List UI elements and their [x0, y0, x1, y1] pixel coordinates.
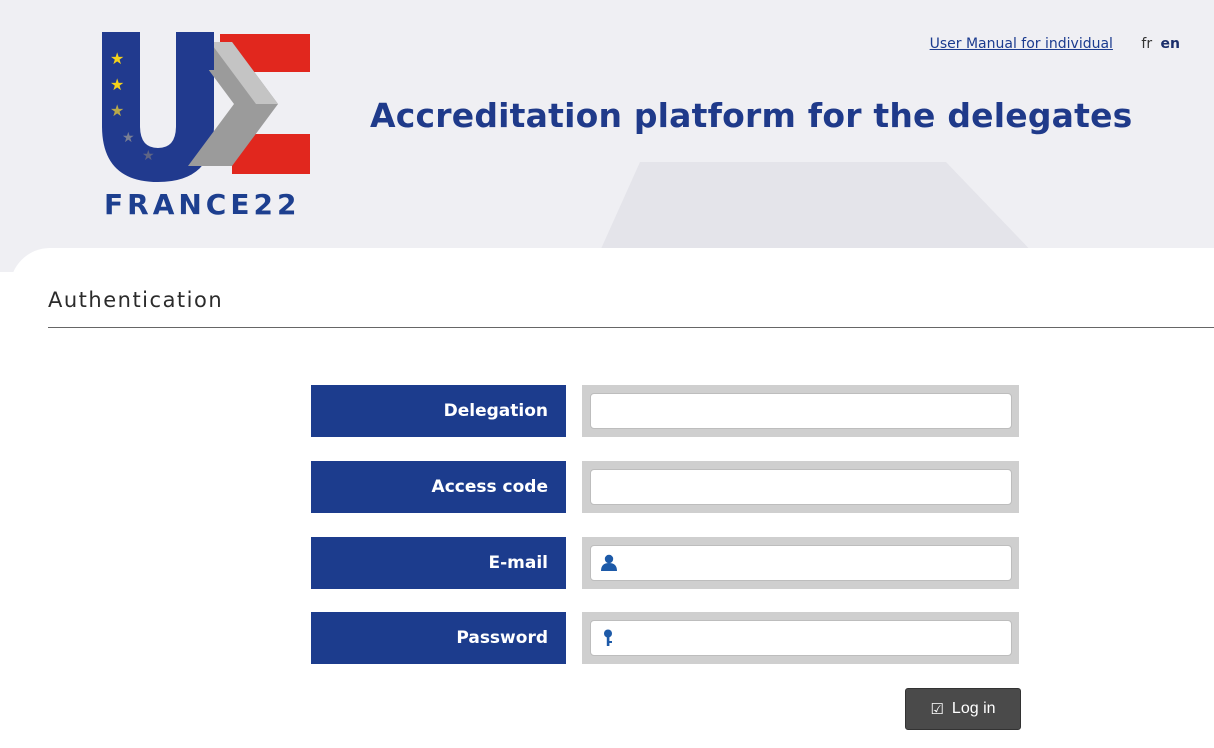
logo-text: FRANCE22: [104, 188, 301, 221]
delegation-field-wrap: [582, 385, 1019, 437]
top-links: User Manual for individual fr en: [930, 36, 1180, 52]
email-row: E-mail: [311, 537, 1019, 589]
access-code-label: Access code: [311, 461, 566, 513]
access-code-field-wrap: [582, 461, 1019, 513]
section-divider: [48, 327, 1214, 328]
lang-en[interactable]: en: [1161, 36, 1180, 52]
delegation-row: Delegation: [311, 385, 1019, 437]
password-input[interactable]: [591, 621, 1011, 655]
svg-text:★: ★: [122, 130, 135, 146]
password-field-box: [590, 620, 1012, 656]
page-title: Accreditation platform for the delegates: [370, 96, 1133, 135]
access-code-input[interactable]: [591, 470, 1011, 504]
check-square-icon: ☑: [930, 701, 944, 718]
email-field-wrap: [582, 537, 1019, 589]
header-banner: ★ ★ ★ ★ ★ FRANCE22 User Manual for indiv…: [0, 0, 1214, 272]
login-button-label: Log in: [951, 700, 996, 717]
email-label: E-mail: [311, 537, 566, 589]
access-code-field-box: [590, 469, 1012, 505]
password-label: Password: [311, 612, 566, 664]
key-icon: [604, 629, 612, 646]
svg-text:★: ★: [110, 49, 124, 68]
svg-text:★: ★: [142, 148, 155, 164]
user-icon: [601, 554, 617, 571]
access-code-row: Access code: [311, 461, 1019, 513]
user-manual-link[interactable]: User Manual for individual: [930, 36, 1113, 52]
email-input[interactable]: [591, 546, 1011, 580]
email-field-box: [590, 545, 1012, 581]
svg-text:★: ★: [110, 75, 124, 94]
lang-fr[interactable]: fr: [1141, 36, 1152, 52]
delegation-field-box: [590, 393, 1012, 429]
delegation-label: Delegation: [311, 385, 566, 437]
login-button[interactable]: ☑ Log in: [905, 688, 1021, 730]
svg-text:★: ★: [110, 101, 124, 120]
password-row: Password: [311, 612, 1019, 664]
section-title: Authentication: [48, 288, 224, 312]
password-field-wrap: [582, 612, 1019, 664]
delegation-input[interactable]: [591, 394, 1011, 428]
